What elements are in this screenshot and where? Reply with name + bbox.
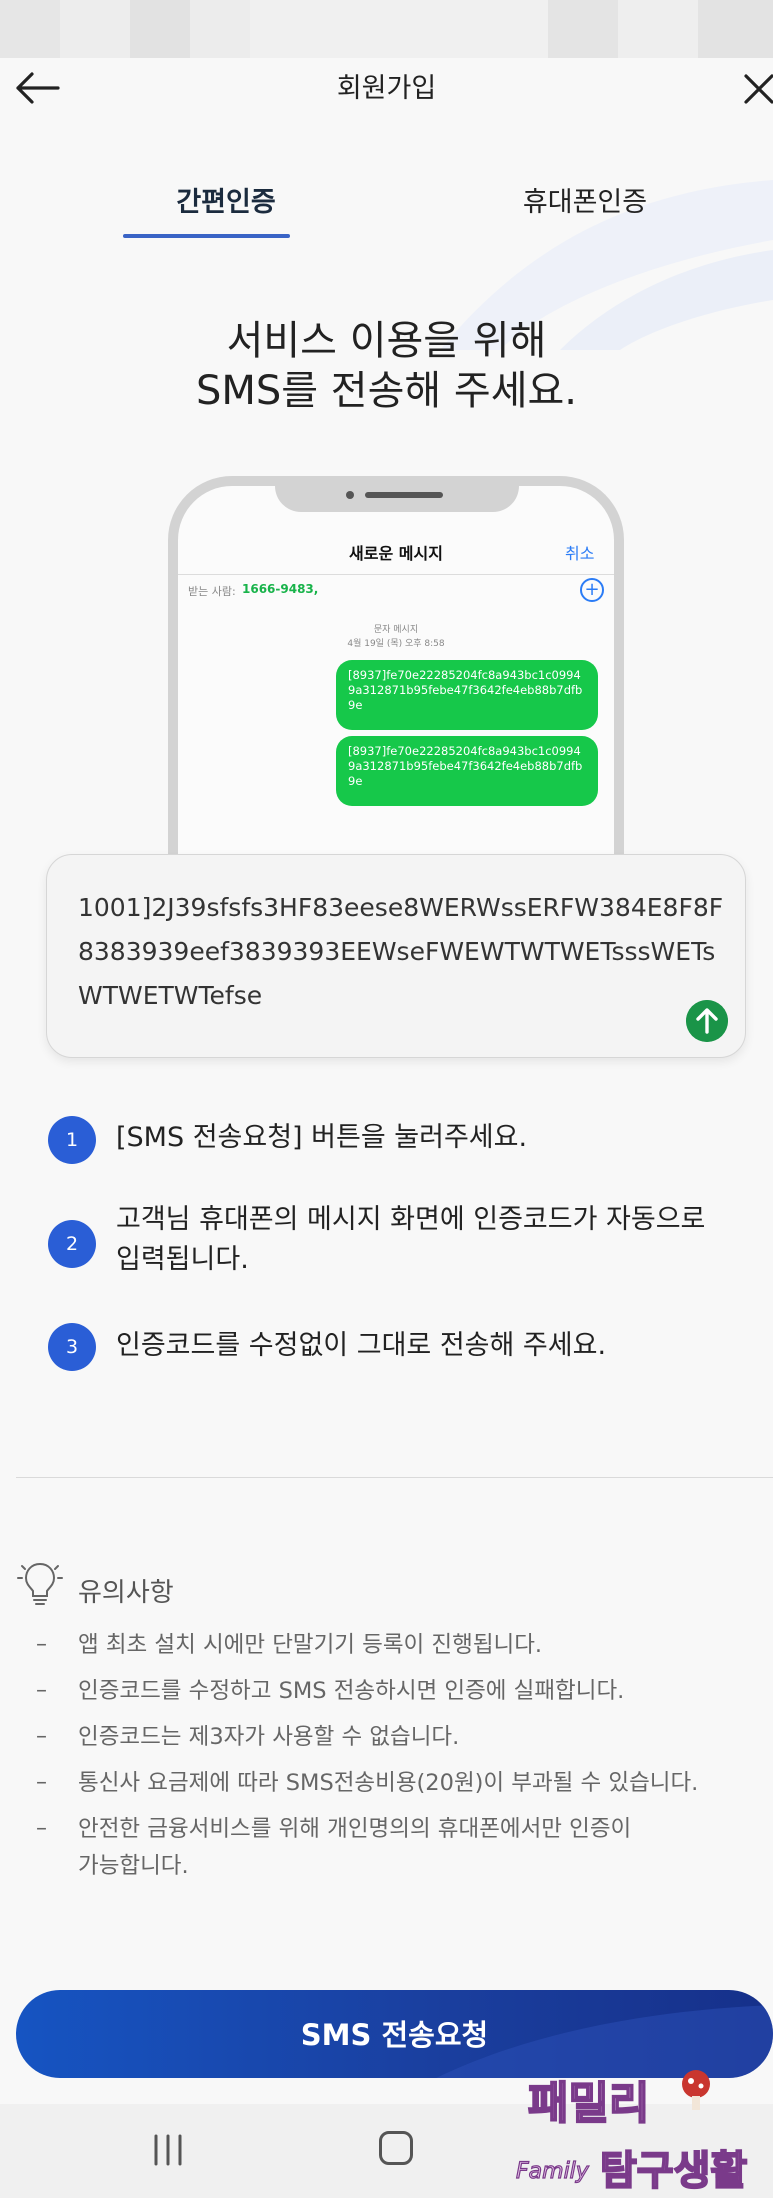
lightbulb-icon <box>17 1562 63 1605</box>
note-item: 통신사 요금제에 따라 SMS전송비용(20원)이 부과될 수 있습니다. <box>78 1770 699 1796</box>
message-bubble: [8937]fe70e22285204fc8a943bc1c09949a3128… <box>336 660 598 730</box>
svg-text:패밀리: 패밀리 <box>528 2078 649 2129</box>
status-bar <box>0 0 773 58</box>
headline-line-2: SMS를 전송해 주세요. <box>195 368 578 414</box>
note-dash: – <box>36 1678 47 1703</box>
headline-line-1: 서비스 이용을 위해 <box>226 318 547 364</box>
step-text: 고객님 휴대폰의 메시지 화면에 인증코드가 자동으로 입력됩니다. <box>116 1200 705 1280</box>
close-icon[interactable] <box>742 68 773 108</box>
message-bubble: [8937]fe70e22285204fc8a943bc1c09949a3128… <box>336 736 598 806</box>
note-item: 앱 최초 설치 시에만 단말기기 등록이 진행됩니다. <box>78 1632 543 1658</box>
recipient-label: 받는 사람: <box>188 585 236 598</box>
step-line: [SMS 전송요청] 버튼을 눌러주세요. <box>116 1122 528 1153</box>
sms-send-request-label: SMS 전송요청 <box>300 2018 489 2052</box>
svg-text:Family: Family <box>516 2159 590 2184</box>
message-cancel-label: 취소 <box>565 544 595 563</box>
note-line: 안전한 금융서비스를 위해 개인명의의 휴대폰에서만 인증이 <box>78 1816 632 1842</box>
notes-title: 유의사항 <box>78 1578 174 1608</box>
step-text: [SMS 전송요청] 버튼을 눌러주세요. <box>116 1118 527 1158</box>
tab-simple-auth[interactable]: 간편인증 <box>76 180 376 219</box>
note-dash: – <box>36 1816 47 1841</box>
note-dash: – <box>36 1724 47 1749</box>
tab-phone-auth[interactable]: 휴대폰인증 <box>435 180 735 219</box>
step-line: 고객님 휴대폰의 메시지 화면에 인증코드가 자동으로 <box>116 1204 706 1235</box>
sms-code-line-3: WTWETWTefse <box>78 981 263 1010</box>
step-line: 입력됩니다. <box>116 1244 249 1275</box>
page-title: 회원가입 <box>336 73 437 104</box>
send-arrow-icon[interactable] <box>686 1000 728 1042</box>
note-dash: – <box>36 1770 47 1795</box>
headline: 서비스 이용을 위해 SMS를 전송해 주세요. <box>0 316 773 416</box>
active-tab-indicator <box>123 234 290 238</box>
message-meta-type: 문자 메시지 <box>373 625 419 635</box>
note-line: 가능합니다. <box>78 1853 189 1879</box>
recipient-number: 1666-9483, <box>242 582 319 596</box>
recent-apps-icon[interactable] <box>150 2133 186 2167</box>
step-number-badge: 2 <box>48 1220 96 1268</box>
section-divider <box>16 1477 773 1478</box>
note-item: 인증코드는 제3자가 사용할 수 없습니다. <box>78 1724 460 1750</box>
message-divider <box>178 574 614 575</box>
sms-code-line-1: 1001]2J39sfsfs3HF83eese8WERWssERFW384E8F… <box>78 893 724 922</box>
add-recipient-icon: + <box>580 578 604 602</box>
sms-code-line-2: 8383939eef3839393EEWseFWEWTWTWETsssWETs <box>78 937 716 966</box>
note-dash: – <box>36 1632 47 1657</box>
note-item: 인증코드를 수정하고 SMS 전송하시면 인증에 실패합니다. <box>78 1678 625 1704</box>
watermark-logo: 패밀리 Family 탐구생활 <box>515 2070 748 2195</box>
step-number-badge: 1 <box>48 1116 96 1164</box>
sms-code-text: 1001]2J39sfsfs3HF83eese8WERWssERFW384E8F… <box>78 886 726 1018</box>
phone-speaker <box>365 492 443 498</box>
home-icon[interactable] <box>379 2131 413 2165</box>
step-line: 인증코드를 수정없이 그대로 전송해 주세요. <box>116 1330 607 1361</box>
step-text: 인증코드를 수정없이 그대로 전송해 주세요. <box>116 1326 606 1366</box>
message-screen-title: 새로운 메시지 <box>349 544 443 563</box>
phone-camera <box>346 491 354 499</box>
note-item: 안전한 금융서비스를 위해 개인명의의 휴대폰에서만 인증이 가능합니다. <box>78 1811 631 1885</box>
step-number-badge: 3 <box>48 1323 96 1371</box>
svg-text:탐구생활: 탐구생활 <box>600 2148 747 2194</box>
message-meta-date: 4월 19일 (목) 오후 8:58 <box>347 639 445 649</box>
